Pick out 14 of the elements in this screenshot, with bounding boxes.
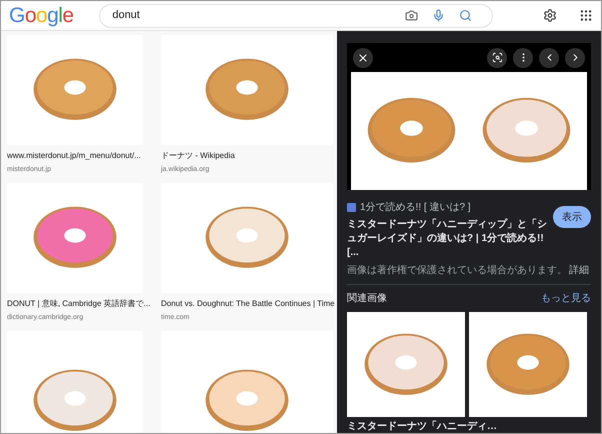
related-heading: 関連画像 — [347, 292, 387, 306]
related-caption[interactable]: ミスタードーナツ「ハニーディ… — [347, 419, 497, 433]
logo[interactable]: Google — [9, 5, 74, 26]
result-title[interactable]: DONUT | 意味, Cambridge 英語辞書で... — [7, 298, 149, 310]
copyright-notice: 画像は著作権で保護されている場合があります。 — [347, 264, 567, 278]
search-field[interactable]: donut — [99, 4, 494, 28]
preview-title[interactable]: ミスタードーナツ「ハニーディップ」と「シュガーレイズド」の違いは? | 1分で読める!! [... — [347, 218, 547, 260]
more-link[interactable]: もっと見る — [541, 291, 591, 306]
result-title[interactable]: ドーナツ - Wikipedia — [161, 150, 339, 162]
details-link[interactable]: 詳細 — [569, 263, 589, 278]
visit-button[interactable]: 表示 — [553, 206, 591, 228]
result-title[interactable]: Donut vs. Doughnut: The Battle Continues | Time — [161, 298, 339, 310]
result-title[interactable]: www.misterdonut.jp/m_menu/donut/... — [7, 150, 149, 162]
preview-source[interactable]: 1分で読める!! [ 違いは? ] — [360, 200, 471, 215]
